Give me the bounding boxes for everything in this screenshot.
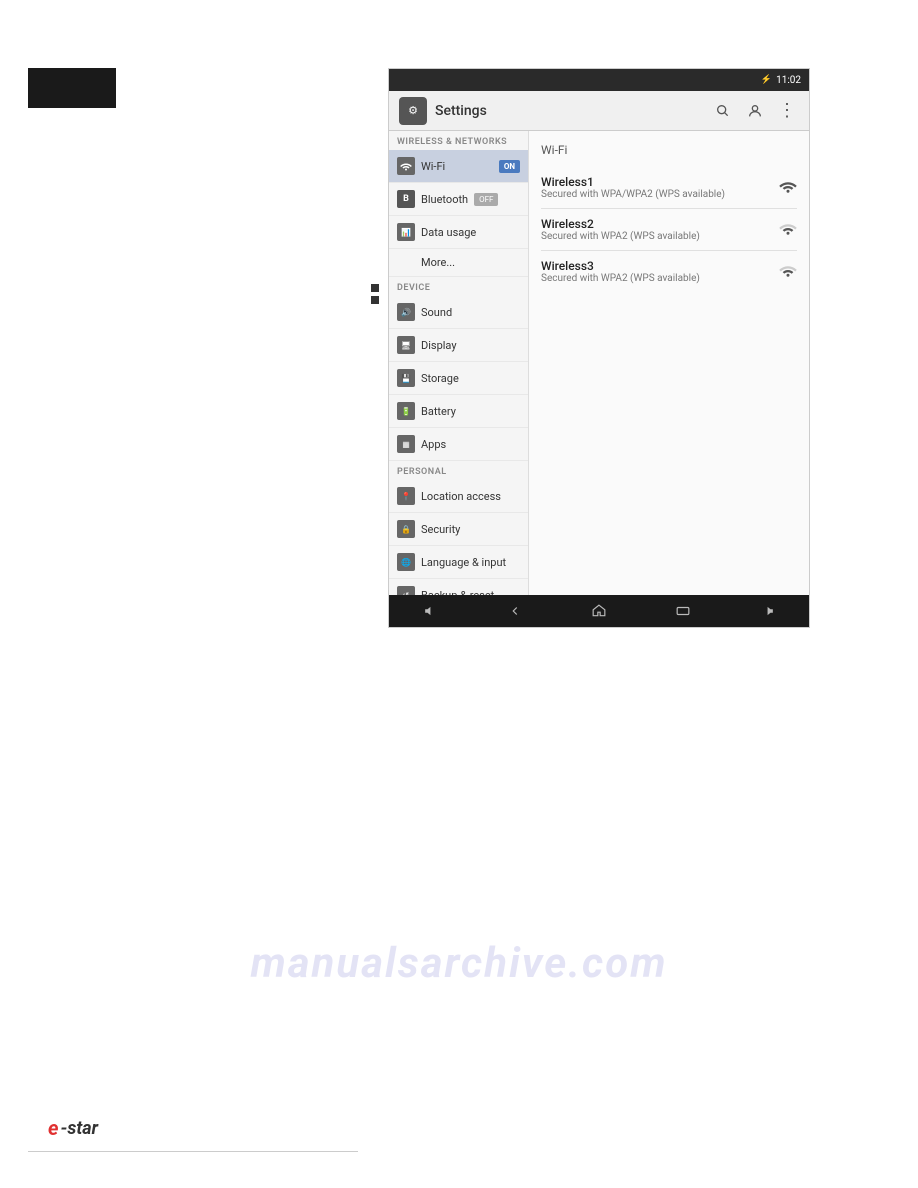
bluetooth-toggle[interactable]: OFF	[474, 193, 498, 206]
nav-recents[interactable]	[668, 596, 698, 626]
nav-volume-up[interactable]	[752, 596, 782, 626]
nav-back[interactable]	[500, 596, 530, 626]
backup-icon: ↺	[397, 586, 415, 595]
sidebar-item-bluetooth[interactable]: B Bluetooth OFF	[389, 183, 528, 216]
wifi-network-1-info: Wireless1 Secured with WPA/WPA2 (WPS ava…	[541, 175, 779, 200]
sidebar-item-wifi[interactable]: Wi-Fi ON	[389, 150, 528, 183]
language-input-label: Language & input	[421, 556, 506, 569]
security-icon: 🔒	[397, 520, 415, 538]
nav-volume-down[interactable]	[416, 596, 446, 626]
wifi-label: Wi-Fi	[421, 160, 493, 173]
nav-home[interactable]	[584, 596, 614, 626]
security-label: Security	[421, 523, 460, 536]
apps-label: Apps	[421, 438, 446, 451]
wifi-network-3-security: Secured with WPA2 (WPS available)	[541, 273, 779, 284]
wifi-network-3-info: Wireless3 Secured with WPA2 (WPS availab…	[541, 259, 779, 284]
app-bar: ⚙ Settings ⋮	[389, 91, 809, 131]
more-action-icon[interactable]: ⋮	[775, 99, 799, 123]
sidebar: WIRELESS & NETWORKS Wi-Fi ON B Bluetooth…	[389, 131, 529, 595]
wifi-panel-title: Wi-Fi	[541, 143, 797, 157]
wifi-network-1-security: Secured with WPA/WPA2 (WPS available)	[541, 189, 779, 200]
storage-icon: 💾	[397, 369, 415, 387]
wifi-signal-2-icon	[779, 221, 797, 239]
sidebar-item-storage[interactable]: 💾 Storage	[389, 362, 528, 395]
wifi-icon	[397, 157, 415, 175]
sound-icon: 🔊	[397, 303, 415, 321]
language-icon: 🌐	[397, 553, 415, 571]
search-action-icon[interactable]	[711, 99, 735, 123]
wifi-toggle[interactable]: ON	[499, 160, 520, 173]
more-label: More...	[397, 256, 455, 269]
content-area: WIRELESS & NETWORKS Wi-Fi ON B Bluetooth…	[389, 131, 809, 595]
apps-icon: ▦	[397, 435, 415, 453]
user-action-icon[interactable]	[743, 99, 767, 123]
wifi-network-2-info: Wireless2 Secured with WPA2 (WPS availab…	[541, 217, 779, 242]
status-time: 11:02	[776, 75, 801, 86]
data-usage-label: Data usage	[421, 226, 476, 239]
sidebar-item-display[interactable]: 🖥 Display	[389, 329, 528, 362]
estar-text: -star	[60, 1118, 98, 1139]
wifi-panel: Wi-Fi Wireless1 Secured with WPA/WPA2 (W…	[529, 131, 809, 595]
wifi-signal-3-icon	[779, 263, 797, 281]
section-personal: PERSONAL	[389, 461, 528, 480]
section-wireless-networks: WIRELESS & NETWORKS	[389, 131, 528, 150]
sidebar-item-data-usage[interactable]: 📊 Data usage	[389, 216, 528, 249]
estar-logo: e -star	[48, 1116, 98, 1140]
wifi-signal-1-icon	[779, 179, 797, 197]
battery-icon: ⚡	[761, 75, 772, 85]
sidebar-item-language-input[interactable]: 🌐 Language & input	[389, 546, 528, 579]
bluetooth-label: Bluetooth	[421, 193, 468, 206]
wifi-network-wireless2[interactable]: Wireless2 Secured with WPA2 (WPS availab…	[541, 209, 797, 251]
watermark: manualsarchive.com	[250, 939, 667, 988]
bullet-1	[371, 284, 379, 292]
black-rectangle	[28, 68, 116, 108]
sidebar-item-backup-reset[interactable]: ↺ Backup & reset	[389, 579, 528, 595]
bullet-marks	[371, 284, 379, 304]
wifi-network-3-name: Wireless3	[541, 259, 779, 273]
app-title: Settings	[435, 103, 711, 119]
sound-label: Sound	[421, 306, 452, 319]
sidebar-item-location-access[interactable]: 📍 Location access	[389, 480, 528, 513]
wifi-network-wireless1[interactable]: Wireless1 Secured with WPA/WPA2 (WPS ava…	[541, 167, 797, 209]
data-usage-icon: 📊	[397, 223, 415, 241]
display-label: Display	[421, 339, 457, 352]
sidebar-item-security[interactable]: 🔒 Security	[389, 513, 528, 546]
app-bar-actions: ⋮	[711, 99, 799, 123]
settings-app-icon: ⚙	[399, 97, 427, 125]
sidebar-item-apps[interactable]: ▦ Apps	[389, 428, 528, 461]
estar-e: e	[48, 1116, 58, 1140]
tablet-screen: ⚡ 11:02 ⚙ Settings ⋮ WIRELESS & NETWORKS	[388, 68, 810, 628]
location-icon: 📍	[397, 487, 415, 505]
sidebar-item-battery[interactable]: 🔋 Battery	[389, 395, 528, 428]
storage-label: Storage	[421, 372, 459, 385]
status-bar: ⚡ 11:02	[389, 69, 809, 91]
section-device: DEVICE	[389, 277, 528, 296]
battery-sidebar-icon: 🔋	[397, 402, 415, 420]
bottom-line	[28, 1151, 358, 1152]
display-icon: 🖥	[397, 336, 415, 354]
nav-bar	[389, 595, 809, 627]
backup-reset-label: Backup & reset	[421, 589, 494, 596]
status-bar-icons: ⚡ 11:02	[761, 75, 801, 86]
bullet-2	[371, 296, 379, 304]
wifi-network-wireless3[interactable]: Wireless3 Secured with WPA2 (WPS availab…	[541, 251, 797, 292]
wifi-network-2-security: Secured with WPA2 (WPS available)	[541, 231, 779, 242]
sidebar-item-more[interactable]: More...	[389, 249, 528, 277]
bluetooth-icon: B	[397, 190, 415, 208]
sidebar-item-sound[interactable]: 🔊 Sound	[389, 296, 528, 329]
wifi-network-2-name: Wireless2	[541, 217, 779, 231]
location-access-label: Location access	[421, 490, 501, 503]
wifi-network-1-name: Wireless1	[541, 175, 779, 189]
battery-label: Battery	[421, 405, 456, 418]
